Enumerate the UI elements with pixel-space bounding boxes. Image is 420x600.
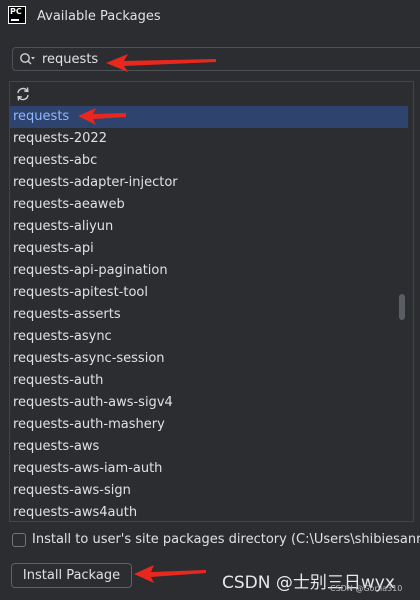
user-site-checkbox[interactable] bbox=[12, 533, 26, 547]
list-item[interactable]: requests-aeaweb bbox=[10, 194, 408, 216]
search-icon[interactable] bbox=[19, 52, 35, 66]
refresh-icon[interactable] bbox=[15, 86, 31, 102]
install-package-button[interactable]: Install Package bbox=[11, 563, 132, 588]
list-item[interactable]: requests bbox=[10, 106, 408, 128]
list-item[interactable]: requests-api-pagination bbox=[10, 260, 408, 282]
app-logo-text: PC bbox=[10, 7, 22, 16]
list-item[interactable]: requests-aws bbox=[10, 436, 408, 458]
list-item[interactable]: requests-aws-iam-auth bbox=[10, 458, 408, 480]
annotation-arrow-install bbox=[134, 565, 206, 583]
pycharm-logo-icon: PC bbox=[8, 6, 26, 24]
list-item[interactable]: requests-aliyun bbox=[10, 216, 408, 238]
window-title: Available Packages bbox=[37, 9, 161, 24]
list-item[interactable]: requests-asserts bbox=[10, 304, 408, 326]
list-item[interactable]: requests-aws4auth bbox=[10, 502, 408, 521]
user-site-label: Install to user's site packages director… bbox=[32, 532, 420, 547]
list-item[interactable]: requests-adapter-injector bbox=[10, 172, 408, 194]
list-item[interactable]: requests-async bbox=[10, 326, 408, 348]
refresh-row bbox=[10, 82, 408, 106]
title-bar: PC Available Packages bbox=[0, 0, 420, 36]
list-item[interactable]: requests-auth-mashery bbox=[10, 414, 408, 436]
list-item[interactable]: requests-async-session bbox=[10, 348, 408, 370]
list-item[interactable]: requests-abc bbox=[10, 150, 408, 172]
annotation-arrow-search bbox=[106, 54, 216, 72]
package-list-panel: requests requests-2022 requests-abc request… bbox=[9, 81, 414, 522]
scrollbar-thumb[interactable] bbox=[399, 294, 405, 320]
list-item[interactable]: requests-aws-sign bbox=[10, 480, 408, 502]
watermark-small: CSDN @Gorlia310 bbox=[330, 584, 403, 593]
list-item[interactable]: requests-auth bbox=[10, 370, 408, 392]
user-site-option[interactable]: Install to user's site packages director… bbox=[12, 531, 420, 551]
list-item[interactable]: requests-auth-aws-sigv4 bbox=[10, 392, 408, 414]
scrollbar-track[interactable] bbox=[408, 82, 413, 521]
list-item[interactable]: requests-2022 bbox=[10, 128, 408, 150]
annotation-arrow-selected bbox=[78, 108, 126, 125]
list-item[interactable]: requests-api bbox=[10, 238, 408, 260]
package-list: requests requests-2022 requests-abc request… bbox=[10, 106, 408, 521]
list-item[interactable]: requests-apitest-tool bbox=[10, 282, 408, 304]
